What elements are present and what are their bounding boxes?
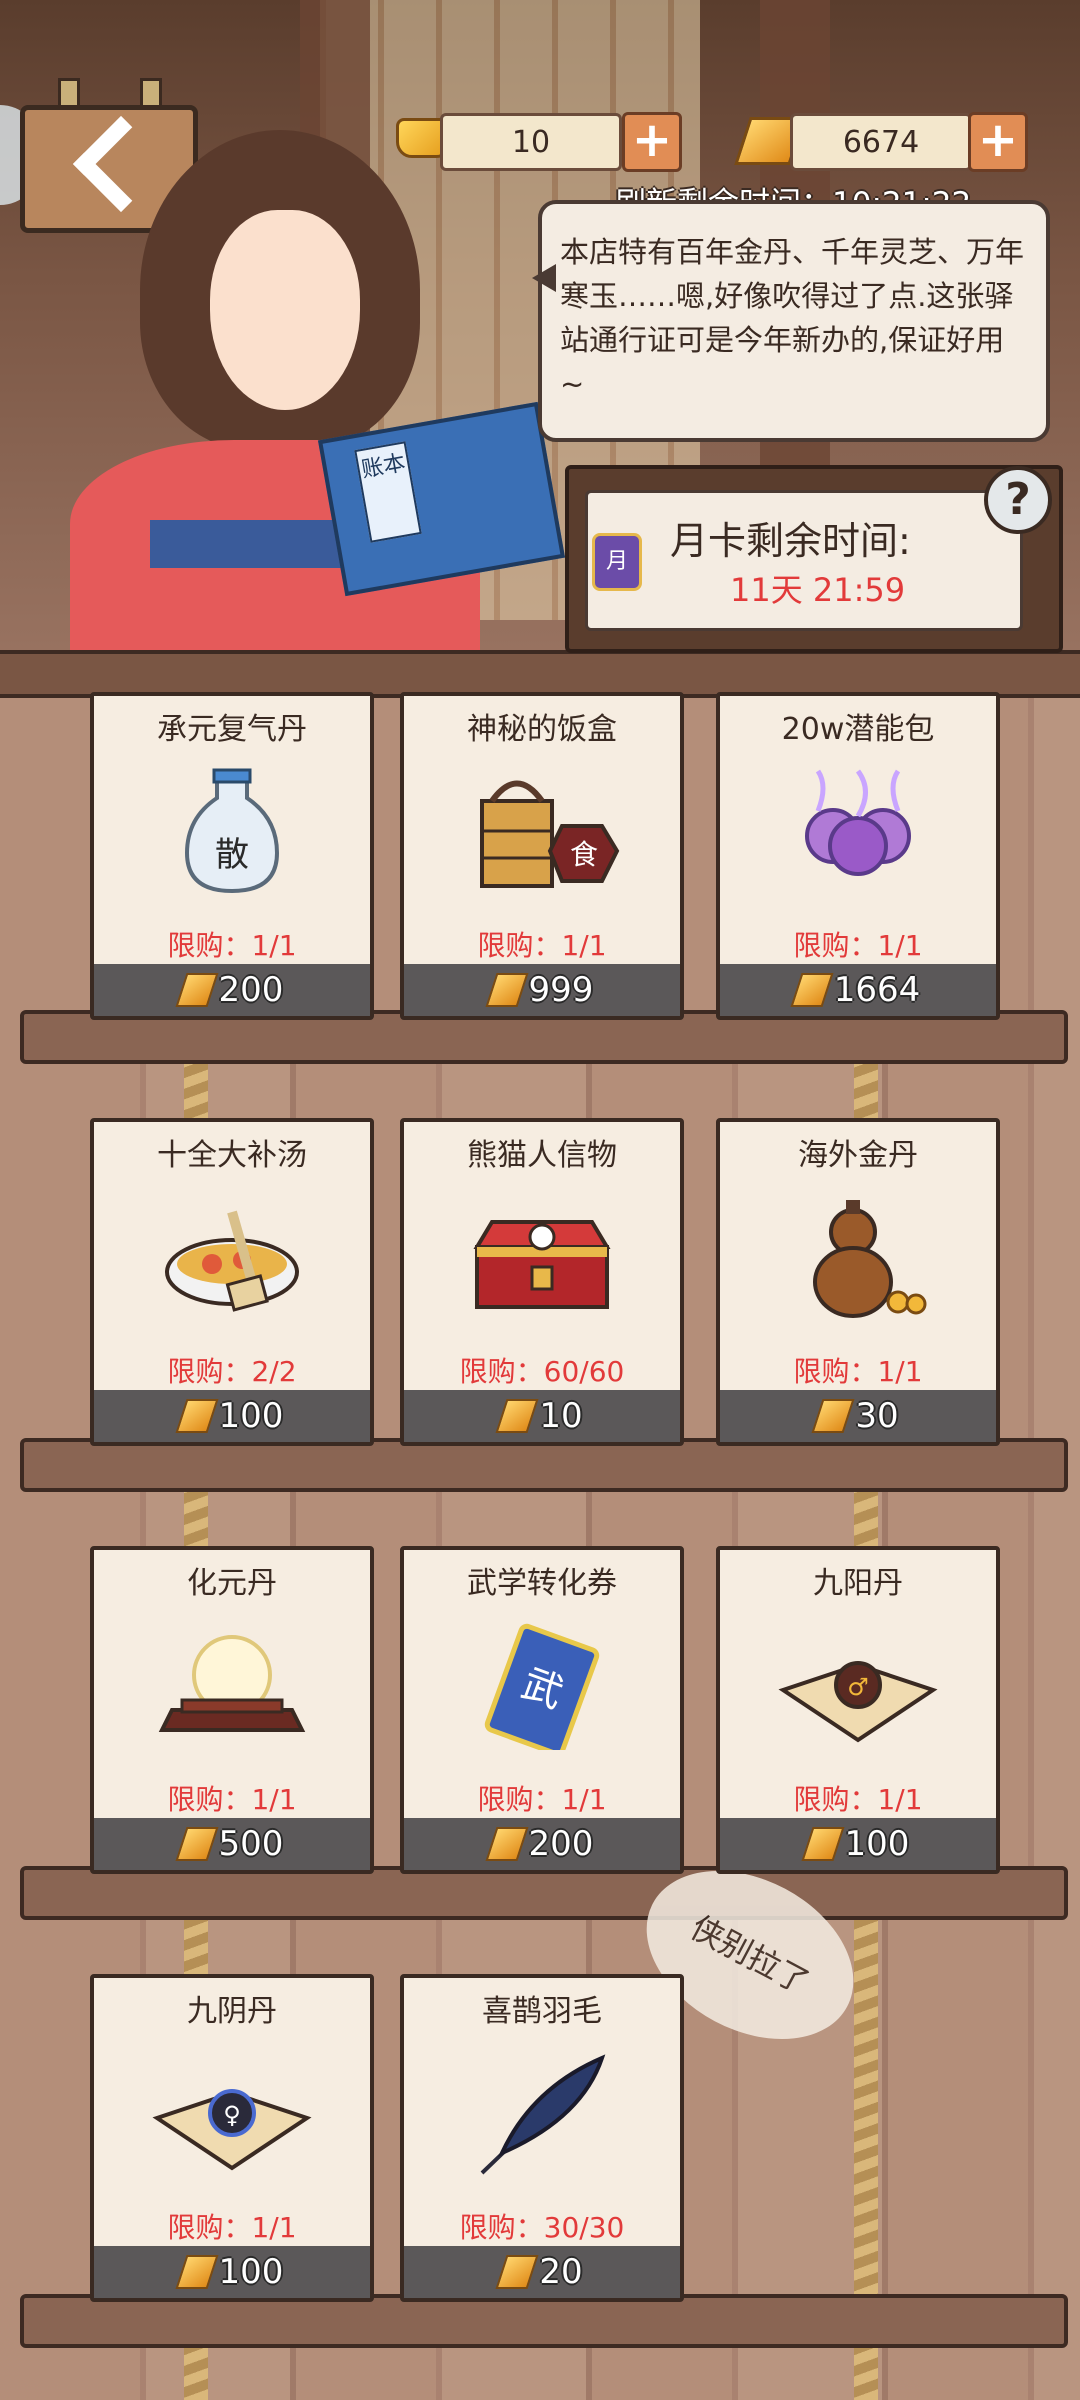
gold-bar-icon xyxy=(790,973,834,1007)
price-value: 500 xyxy=(218,1824,284,1864)
gold-bar-icon xyxy=(175,1399,219,1433)
purchase-limit: 限购：2/2 xyxy=(167,1355,297,1388)
add-gold-bar-button[interactable]: + xyxy=(968,112,1028,172)
month-card-remaining: 11天 21:59 xyxy=(730,571,906,609)
svg-text:♂: ♂ xyxy=(847,1673,869,1701)
shop-item-card[interactable]: 神秘的饭盒 食 限购：1/1 999 xyxy=(400,692,684,1020)
crystal-orb-icon xyxy=(158,1635,306,1732)
shelf-board xyxy=(20,2294,1068,2348)
purchase-limit: 限购：30/30 xyxy=(459,2211,625,2244)
help-button[interactable]: ? xyxy=(984,466,1052,534)
item-name: 喜鹊羽毛 xyxy=(482,1994,602,2029)
shopkeeper-speech-bubble: 本店特有百年金丹、千年灵芝、万年寒玉……嗯,好像吹得过了点.这张驿站通行证可是今… xyxy=(532,200,1050,442)
counter-top xyxy=(0,650,1080,698)
month-card-title: 月卡剩余时间: xyxy=(670,519,911,563)
martial-ticket-icon: 武 xyxy=(484,1623,600,1750)
gold-bar-icon xyxy=(175,2255,219,2289)
purchase-limit: 限购：1/1 xyxy=(793,929,923,962)
item-name: 海外金丹 xyxy=(798,1138,918,1173)
price-value: 20 xyxy=(539,2252,583,2292)
month-card-icon: 月 xyxy=(592,533,642,591)
gold-bar-icon xyxy=(495,2255,539,2289)
yuanbao-count: 10 xyxy=(440,113,622,171)
lunch-box-icon: 食 xyxy=(480,780,620,888)
price-tag: 20 xyxy=(404,2246,680,2298)
price-value: 200 xyxy=(218,970,284,1010)
svg-text:散: 散 xyxy=(215,835,249,875)
purchase-limit: 限购：1/1 xyxy=(793,1783,923,1816)
price-tag: 100 xyxy=(94,2246,370,2298)
gold-bar-count: 6674 xyxy=(790,113,972,171)
gold-bar-icon xyxy=(495,1399,539,1433)
shop-item-card[interactable]: 武学转化券 武 限购：1/1 200 xyxy=(400,1546,684,1874)
shop-item-card[interactable]: 十全大补汤 限购：2/2 100 xyxy=(90,1118,374,1446)
item-name: 九阴丹 xyxy=(187,1994,277,2029)
item-name: 十全大补汤 xyxy=(157,1138,307,1173)
shopkeeper-face xyxy=(210,210,360,410)
shop-item-card[interactable]: 喜鹊羽毛 限购：30/30 20 xyxy=(400,1974,684,2302)
purchase-limit: 限购：1/1 xyxy=(167,929,297,962)
shop-item-card[interactable]: 熊猫人信物 限购：60/60 10 xyxy=(400,1118,684,1446)
purchase-limit: 限购：1/1 xyxy=(167,2211,297,2244)
gold-bar-icon xyxy=(485,1827,529,1861)
gold-bar-icon xyxy=(811,1399,855,1433)
gold-bar-icon xyxy=(175,973,219,1007)
price-value: 100 xyxy=(844,1824,910,1864)
item-name: 熊猫人信物 xyxy=(467,1138,617,1173)
shop-item-card[interactable]: 承元复气丹 散 限购：1/1 200 xyxy=(90,692,374,1020)
yin-pill-icon: ♀ xyxy=(152,2089,312,2171)
purchase-limit: 限购：1/1 xyxy=(167,1783,297,1816)
price-tag: 10 xyxy=(404,1390,680,1442)
price-tag: 30 xyxy=(720,1390,996,1442)
shop-item-card[interactable]: 海外金丹 限购：1/1 30 xyxy=(716,1118,1000,1446)
purchase-limit: 限购：1/1 xyxy=(793,1355,923,1388)
item-name: 化元丹 xyxy=(187,1566,277,1601)
item-name: 武学转化券 xyxy=(467,1566,617,1601)
price-value: 100 xyxy=(218,1396,284,1436)
purchase-limit: 限购：1/1 xyxy=(477,1783,607,1816)
panda-chest-icon xyxy=(473,1220,611,1309)
price-value: 30 xyxy=(855,1396,899,1436)
gold-bar-icon xyxy=(801,1827,845,1861)
magpie-feather-icon xyxy=(480,2054,606,2175)
potion-bottle-icon: 散 xyxy=(184,768,280,894)
price-tag: 999 xyxy=(404,964,680,1016)
price-tag: 100 xyxy=(720,1818,996,1870)
purchase-limit: 限购：1/1 xyxy=(477,929,607,962)
price-value: 999 xyxy=(528,970,594,1010)
add-yuanbao-button[interactable]: + xyxy=(622,112,682,172)
shop-item-card[interactable]: 20w潜能包 限购：1/1 1664 xyxy=(716,692,1000,1020)
item-name: 九阳丹 xyxy=(813,1566,903,1601)
item-name: 承元复气丹 xyxy=(157,712,307,747)
item-name: 20w潜能包 xyxy=(781,712,935,747)
price-tag: 100 xyxy=(94,1390,370,1442)
gold-bar-icon xyxy=(175,1827,219,1861)
gourd-icon xyxy=(813,1200,927,1318)
item-name: 神秘的饭盒 xyxy=(467,712,617,747)
purchase-limit: 限购：60/60 xyxy=(459,1355,625,1388)
price-tag: 1664 xyxy=(720,964,996,1016)
price-value: 100 xyxy=(218,2252,284,2292)
price-value: 10 xyxy=(539,1396,583,1436)
potential-pack-icon xyxy=(805,769,911,876)
shelf-board xyxy=(20,1866,1068,1920)
tonic-soup-icon xyxy=(165,1210,299,1312)
price-tag: 200 xyxy=(94,964,370,1016)
yang-pill-icon: ♂ xyxy=(778,1661,938,1743)
svg-text:食: 食 xyxy=(570,838,598,871)
shelf-board xyxy=(20,1438,1068,1492)
shop-item-card[interactable]: 化元丹 限购：1/1 500 xyxy=(90,1546,374,1874)
shop-item-card[interactable]: 九阳丹 ♂ 限购：1/1 100 xyxy=(716,1546,1000,1874)
price-value: 200 xyxy=(528,1824,594,1864)
shop-item-card[interactable]: 九阴丹 ♀ 限购：1/1 100 xyxy=(90,1974,374,2302)
price-tag: 500 xyxy=(94,1818,370,1870)
price-tag: 200 xyxy=(404,1818,680,1870)
price-value: 1664 xyxy=(833,970,921,1010)
gold-bar-icon xyxy=(485,973,529,1007)
svg-text:♀: ♀ xyxy=(223,2101,241,2129)
